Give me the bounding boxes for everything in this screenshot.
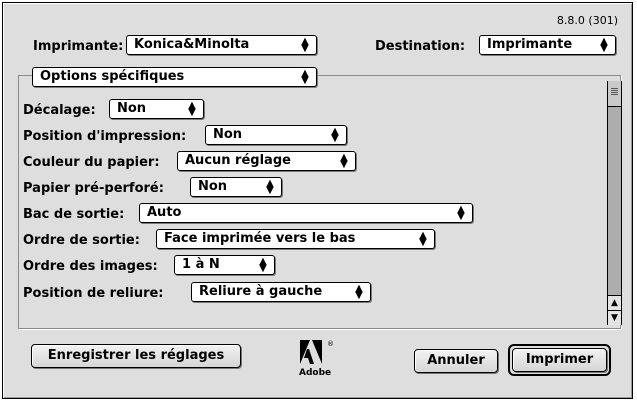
option-popup-output-tray[interactable]: Auto ▲ ▼ [139, 203, 473, 223]
option-popup-offset[interactable]: Non ▲ ▼ [109, 99, 204, 119]
arrow-down-icon: ▼ [611, 313, 618, 323]
option-value-prepunched: Non [198, 179, 228, 194]
option-popup-binding-position[interactable]: Reliure à gauche ▲ ▼ [191, 282, 371, 302]
option-value-output-tray: Auto [147, 205, 182, 220]
adobe-logo: ® Adobe [298, 340, 338, 378]
section-popup[interactable]: Options spécifiques ▲ ▼ [32, 67, 317, 87]
options-scrollbar[interactable]: ▲ ▼ [607, 81, 622, 325]
print-dialog: 8.8.0 (301) Imprimante: Konica&Minolta ▲… [2, 2, 633, 399]
option-value-print-position: Non [213, 127, 243, 142]
option-label-print-position: Position d'impression: [23, 129, 187, 144]
updown-arrows-icon: ▲ ▼ [419, 230, 427, 248]
updown-arrows-icon: ▲ ▼ [600, 36, 608, 54]
option-popup-prepunched[interactable]: Non ▲ ▼ [190, 177, 282, 197]
option-label-prepunched: Papier pré-perforé: [23, 181, 164, 196]
adobe-icon: ® Adobe [299, 340, 334, 378]
option-popup-image-order[interactable]: 1 à N ▲ ▼ [174, 255, 275, 275]
cancel-button[interactable]: Annuler [414, 349, 498, 373]
updown-arrows-icon: ▲ ▼ [301, 68, 309, 86]
option-label-paper-color: Couleur du papier: [23, 155, 160, 170]
updown-arrows-icon: ▲ ▼ [355, 283, 363, 301]
printer-value: Konica&Minolta [134, 37, 250, 52]
updown-arrows-icon: ▲ ▼ [457, 204, 465, 222]
option-value-paper-color: Aucun réglage [185, 153, 291, 168]
option-popup-print-position[interactable]: Non ▲ ▼ [205, 125, 347, 145]
option-value-output-order: Face imprimée vers le bas [164, 231, 356, 246]
option-popup-paper-color[interactable]: Aucun réglage ▲ ▼ [177, 151, 356, 171]
updown-arrows-icon: ▲ ▼ [331, 126, 339, 144]
section-value: Options spécifiques [40, 69, 185, 84]
option-popup-output-order[interactable]: Face imprimée vers le bas ▲ ▼ [156, 229, 435, 249]
option-label-image-order: Ordre des images: [23, 259, 158, 274]
printer-popup[interactable]: Konica&Minolta ▲ ▼ [126, 35, 317, 55]
updown-arrows-icon: ▲ ▼ [266, 178, 274, 196]
arrow-up-icon: ▲ [611, 298, 618, 308]
destination-label: Destination: [375, 39, 466, 54]
grip-icon [611, 88, 618, 89]
updown-arrows-icon: ▲ ▼ [188, 100, 196, 118]
scroll-up-button[interactable]: ▲ [608, 295, 621, 310]
updown-arrows-icon: ▲ ▼ [340, 152, 348, 170]
destination-popup[interactable]: Imprimante ▲ ▼ [479, 35, 616, 55]
option-value-image-order: 1 à N [182, 257, 220, 272]
option-label-output-tray: Bac de sortie: [23, 207, 125, 222]
option-label-binding-position: Position de reliure: [23, 286, 164, 301]
registered-mark: ® [327, 340, 334, 348]
updown-arrows-icon: ▲ ▼ [301, 36, 309, 54]
printer-label: Imprimante: [33, 39, 124, 54]
save-settings-button[interactable]: Enregistrer les réglages [31, 344, 241, 368]
option-label-output-order: Ordre de sortie: [23, 233, 140, 248]
updown-arrows-icon: ▲ ▼ [259, 256, 267, 274]
scroll-down-button[interactable]: ▼ [608, 310, 621, 325]
option-label-offset: Décalage: [23, 103, 96, 118]
destination-value: Imprimante [487, 37, 573, 52]
adobe-wordmark: Adobe [299, 368, 331, 378]
option-value-binding-position: Reliure à gauche [199, 284, 323, 299]
option-value-offset: Non [117, 101, 147, 116]
version-label: 8.8.0 (301) [556, 14, 618, 27]
print-button[interactable]: Imprimer [512, 348, 607, 372]
scrollbar-thumb[interactable] [608, 81, 621, 107]
